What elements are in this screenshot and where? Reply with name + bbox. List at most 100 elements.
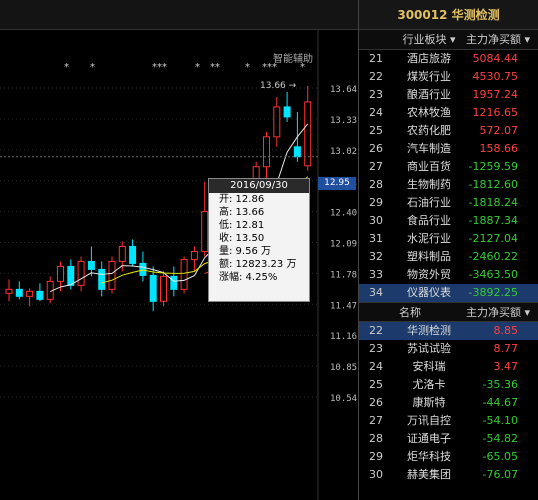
sector-row-name: 物资外贸 xyxy=(407,268,451,281)
candle-body xyxy=(87,260,95,270)
sector-row-index: 26 xyxy=(369,142,383,155)
sector-row[interactable]: 32 塑料制品 -2460.22 xyxy=(359,248,538,266)
sector-col-header[interactable]: 行业板块 ▾ xyxy=(399,30,459,49)
tooltip-high: 高: 13.66 xyxy=(219,207,265,218)
candle-body xyxy=(149,274,157,302)
stock-row-index: 25 xyxy=(369,378,383,391)
sector-row-name: 塑料制品 xyxy=(407,250,451,263)
stock-row-name: 苏试试验 xyxy=(407,342,451,355)
current-price-box: 12.95 xyxy=(318,177,356,190)
candle-body xyxy=(36,290,44,300)
stock-row-name: 安科瑞 xyxy=(412,360,446,373)
sector-row[interactable]: 30 食品行业 -1887.34 xyxy=(359,212,538,230)
sector-row-value: 158.66 xyxy=(479,142,519,155)
y-tick-label: 10.54 xyxy=(330,394,357,404)
sector-row-name: 农林牧渔 xyxy=(407,106,451,119)
stock-row-value: -44.67 xyxy=(482,396,518,409)
sector-row-value: 572.07 xyxy=(479,124,519,137)
sector-row-value: -1812.60 xyxy=(468,178,518,191)
sector-row-index: 30 xyxy=(369,214,383,227)
sector-row[interactable]: 34 仪器仪表 -3892.25 xyxy=(359,284,538,302)
stock-row-value: 3.47 xyxy=(493,360,519,373)
star-mark: * xyxy=(245,62,250,73)
stock-table-header: 名称 主力净买额 ▾ xyxy=(359,302,538,322)
stock-row[interactable]: 29 炬华科技 -65.05 xyxy=(359,448,538,466)
sector-row-index: 28 xyxy=(369,178,383,191)
sector-row[interactable]: 22 煤炭行业 4530.75 xyxy=(359,68,538,86)
sector-row-index: 33 xyxy=(369,268,383,281)
star-mark: * xyxy=(90,62,95,73)
sector-row-value: -1887.34 xyxy=(468,214,518,227)
stock-row[interactable]: 25 尤洛卡 -35.36 xyxy=(359,376,538,394)
stock-row[interactable]: 22 华测检测 8.85 xyxy=(359,322,538,340)
stock-row-name: 华测检测 xyxy=(407,324,451,337)
stock-row-value: -35.36 xyxy=(482,378,518,391)
stock-netbuy-col-header[interactable]: 主力净买额 ▾ xyxy=(459,303,538,321)
stock-row[interactable]: 30 赫美集团 -76.07 xyxy=(359,466,538,484)
sector-row[interactable]: 24 农林牧渔 1216.65 xyxy=(359,104,538,122)
stock-row-index: 26 xyxy=(369,396,383,409)
stock-row-value: -54.10 xyxy=(482,414,518,427)
sector-row[interactable]: 33 物资外贸 -3463.50 xyxy=(359,266,538,284)
stock-row[interactable]: 26 康斯特 -44.67 xyxy=(359,394,538,412)
stock-row-value: -76.07 xyxy=(482,468,518,481)
sector-row[interactable]: 31 水泥行业 -2127.04 xyxy=(359,230,538,248)
sector-panel: 300012 华测检测 行业板块 ▾ 主力净买额 ▾ 21 酒店旅游 5084.44… xyxy=(358,0,538,500)
stock-row-index: 23 xyxy=(369,342,383,355)
sector-row-name: 食品行业 xyxy=(407,214,451,227)
tooltip-close: 收: 13.50 xyxy=(219,233,265,244)
candle-body xyxy=(26,290,34,297)
sector-row-value: 1957.24 xyxy=(472,88,519,101)
candle-body xyxy=(283,106,291,118)
candle-body xyxy=(77,260,85,286)
ohlc-tooltip: 2016/09/30 开: 12.86 高: 13.66 低: 12.81 收:… xyxy=(208,178,310,302)
sector-row-value: -2127.04 xyxy=(468,232,518,245)
sector-row-index: 31 xyxy=(369,232,383,245)
kline-chart[interactable]: 13.6413.3313.0212.7112.4012.0911.7811.47… xyxy=(0,0,358,500)
sector-row[interactable]: 23 酿酒行业 1957.24 xyxy=(359,86,538,104)
sector-row-index: 21 xyxy=(369,52,383,65)
stock-row[interactable]: 24 安科瑞 3.47 xyxy=(359,358,538,376)
tooltip-amount: 额: 12823.23 万 xyxy=(219,259,297,270)
stock-row[interactable]: 27 万讯自控 -54.10 xyxy=(359,412,538,430)
smart-assist-label[interactable]: 智能辅助 xyxy=(273,50,313,65)
sector-row-value: -1259.59 xyxy=(468,160,518,173)
sector-row[interactable]: 26 汽车制造 158.66 xyxy=(359,140,538,158)
sector-row[interactable]: 27 商业百货 -1259.59 xyxy=(359,158,538,176)
sector-row-index: 25 xyxy=(369,124,383,137)
candle-body xyxy=(190,250,198,260)
sector-row-value: 1216.65 xyxy=(472,106,519,119)
sector-row[interactable]: 25 农药化肥 572.07 xyxy=(359,122,538,140)
tooltip-open: 开: 12.86 xyxy=(219,194,265,205)
candle-body xyxy=(273,106,281,138)
sector-row-name: 酒店旅游 xyxy=(407,52,451,65)
stock-row-value: -54.82 xyxy=(482,432,518,445)
stock-row[interactable]: 28 证通电子 -54.82 xyxy=(359,430,538,448)
candle-body xyxy=(67,265,75,286)
sector-row-value: -3892.25 xyxy=(468,286,518,299)
sector-row-name: 煤炭行业 xyxy=(407,70,451,83)
candle-body xyxy=(293,146,301,158)
candle-body xyxy=(304,101,312,167)
tooltip-date: 2016/09/30 xyxy=(209,179,309,193)
sector-row-index: 24 xyxy=(369,106,383,119)
stock-row-value: -65.05 xyxy=(482,450,518,463)
sector-row-name: 农药化肥 xyxy=(407,124,451,137)
stock-row-name: 万讯自控 xyxy=(407,414,451,427)
stock-title[interactable]: 300012 华测检测 xyxy=(359,0,538,30)
candle-body xyxy=(160,275,167,302)
sector-row[interactable]: 21 酒店旅游 5084.44 xyxy=(359,50,538,68)
sector-row[interactable]: 28 生物制药 -1812.60 xyxy=(359,176,538,194)
sector-row-name: 水泥行业 xyxy=(407,232,451,245)
sector-row-value: -2460.22 xyxy=(468,250,518,263)
netbuy-col-header[interactable]: 主力净买额 ▾ xyxy=(459,30,538,49)
candle-body xyxy=(15,288,23,297)
candle-body xyxy=(201,211,209,252)
y-tick-label: 12.40 xyxy=(330,209,357,219)
sector-row[interactable]: 29 石油行业 -1818.24 xyxy=(359,194,538,212)
candle-body xyxy=(108,260,116,290)
star-mark: *** xyxy=(152,62,167,73)
stock-row[interactable]: 23 苏试试验 8.77 xyxy=(359,340,538,358)
name-col-header[interactable]: 名称 xyxy=(399,303,459,321)
sector-row-index: 22 xyxy=(369,70,383,83)
